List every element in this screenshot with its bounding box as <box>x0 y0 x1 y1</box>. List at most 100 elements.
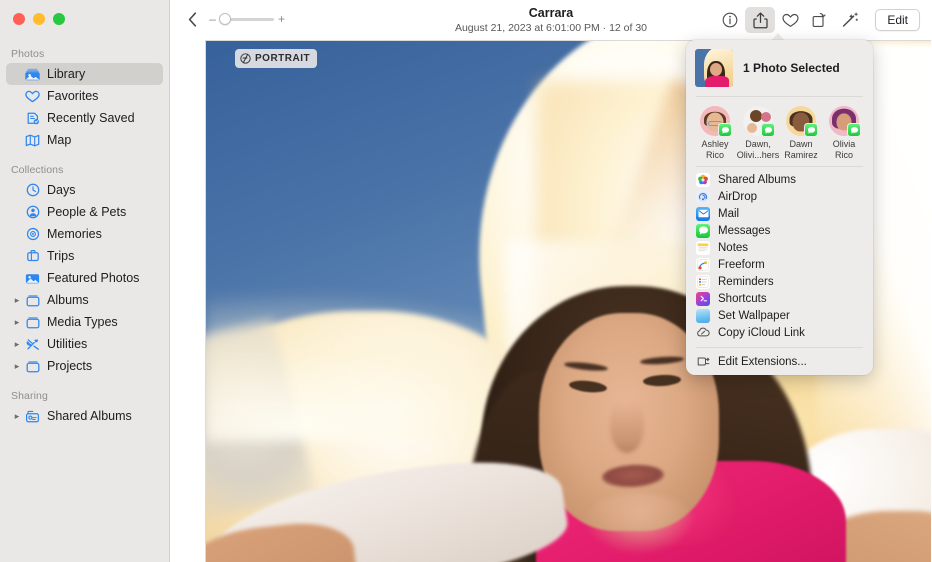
menu-item-label: Edit Extensions... <box>718 356 807 368</box>
info-circle-icon <box>722 12 738 28</box>
sidebar-section-sharing: Sharing ▸ Shared Albums <box>0 390 169 427</box>
sidebar-item-map[interactable]: Map <box>6 129 163 151</box>
menu-item-shared-albums[interactable]: Shared Albums <box>686 171 873 188</box>
chevron-right-icon[interactable]: ▸ <box>11 296 23 305</box>
edit-button[interactable]: Edit <box>875 9 920 31</box>
enhance-button[interactable] <box>835 7 865 33</box>
shared-album-icon <box>23 410 42 423</box>
menu-item-reminders[interactable]: Reminders <box>686 273 873 290</box>
messages-badge <box>847 123 861 137</box>
maximize-window-button[interactable] <box>53 13 65 25</box>
airdrop-icon <box>696 190 710 204</box>
sidebar-item-label: Memories <box>47 227 102 241</box>
sidebar-item-label: Projects <box>47 359 92 373</box>
heart-icon <box>782 13 799 28</box>
menu-item-set-wallpaper[interactable]: Set Wallpaper <box>686 307 873 324</box>
sidebar-item-label: Favorites <box>47 89 98 103</box>
menu-item-mail[interactable]: Mail <box>686 205 873 222</box>
menu-item-messages[interactable]: Messages <box>686 222 873 239</box>
zoom-slider-thumb[interactable] <box>219 13 231 25</box>
share-button[interactable] <box>745 7 775 33</box>
back-button[interactable] <box>183 10 201 28</box>
selected-photo-thumbnail <box>695 49 733 87</box>
zoom-in-label[interactable]: + <box>277 13 286 25</box>
menu-item-label: Reminders <box>718 276 774 288</box>
rotate-button[interactable] <box>805 7 835 33</box>
sidebar-item-favorites[interactable]: Favorites <box>6 85 163 107</box>
sidebar-item-featured-photos[interactable]: Featured Photos <box>6 267 163 289</box>
menu-item-notes[interactable]: Notes <box>686 239 873 256</box>
chevron-right-icon[interactable]: ▸ <box>11 412 23 421</box>
menu-item-label: Messages <box>718 225 770 237</box>
portrait-badge[interactable]: PORTRAIT <box>235 49 317 68</box>
sidebar-item-library[interactable]: Library <box>6 63 163 85</box>
sidebar-item-label: Library <box>47 67 85 81</box>
contact-suggestion-ashley-rico[interactable]: Ashley Rico <box>694 106 736 160</box>
menu-item-shortcuts[interactable]: Shortcuts <box>686 290 873 307</box>
thumb-top <box>705 76 729 87</box>
contact-suggestion-olivia-rico[interactable]: Olivia Rico <box>823 106 865 160</box>
album-icon <box>23 294 42 307</box>
rotate-icon <box>812 12 829 28</box>
sidebar-item-label: People & Pets <box>47 205 126 219</box>
chevron-right-icon[interactable]: ▸ <box>11 362 23 371</box>
sidebar-item-recently-saved[interactable]: Recently Saved <box>6 107 163 129</box>
messages-badge <box>804 123 818 137</box>
sidebar-item-label: Trips <box>47 249 74 263</box>
minimize-window-button[interactable] <box>33 13 45 25</box>
close-window-button[interactable] <box>13 13 25 25</box>
share-selection-header: 1 Photo Selected <box>686 40 873 96</box>
memories-icon <box>23 227 42 241</box>
memoji-group-3 <box>747 123 757 133</box>
zoom-out-label[interactable]: – <box>208 13 217 25</box>
contact-name: Dawn, Olivi...hers <box>737 139 780 160</box>
memoji-group-2 <box>761 112 771 122</box>
clock-icon <box>23 183 42 197</box>
aperture-icon <box>240 53 251 64</box>
sidebar-section-collections: Collections Days People & Pets <box>0 164 169 377</box>
sidebar-item-media-types[interactable]: ▸ Media Types <box>6 311 163 333</box>
sidebar-item-label: Map <box>47 133 71 147</box>
contact-suggestion-dawn-olivia-others[interactable]: Dawn, Olivi...hers <box>737 106 779 160</box>
menu-item-label: AirDrop <box>718 191 757 203</box>
shared-albums-app-icon <box>696 173 710 187</box>
contact-name: Ashley Rico <box>701 139 728 160</box>
sidebar-item-memories[interactable]: Memories <box>6 223 163 245</box>
favorite-button[interactable] <box>775 7 805 33</box>
menu-item-label: Set Wallpaper <box>718 310 790 322</box>
chevron-right-icon[interactable]: ▸ <box>11 318 23 327</box>
menu-item-label: Freeform <box>718 259 765 271</box>
menu-item-label: Mail <box>718 208 739 220</box>
toolbar: – + Carrara August 21, 2023 at 6:01:00 P… <box>170 0 932 40</box>
sidebar-item-projects[interactable]: ▸ Projects <box>6 355 163 377</box>
menu-item-freeform[interactable]: Freeform <box>686 256 873 273</box>
sidebar-item-shared-albums[interactable]: ▸ Shared Albums <box>6 405 163 427</box>
menu-item-airdrop[interactable]: AirDrop <box>686 188 873 205</box>
avatar-group <box>743 106 773 136</box>
wallpaper-icon <box>696 309 710 323</box>
map-icon <box>23 134 42 147</box>
menu-item-label: Shared Albums <box>718 174 796 186</box>
menu-item-edit-extensions[interactable]: Edit Extensions... <box>686 353 873 370</box>
reminders-app-icon <box>696 275 710 289</box>
chevron-right-icon[interactable]: ▸ <box>11 340 23 349</box>
zoom-slider-track[interactable] <box>220 18 274 21</box>
sidebar-item-label: Media Types <box>47 315 118 329</box>
thumb-face <box>710 63 722 76</box>
avatar <box>786 106 816 136</box>
sidebar-item-label: Recently Saved <box>47 111 135 125</box>
zoom-slider[interactable]: – + <box>208 12 286 26</box>
sidebar-item-days[interactable]: Days <box>6 179 163 201</box>
info-button[interactable] <box>715 7 745 33</box>
contact-name: Dawn Ramirez <box>784 139 818 160</box>
magic-wand-icon <box>842 12 859 28</box>
sidebar-item-trips[interactable]: Trips <box>6 245 163 267</box>
divider <box>696 347 863 348</box>
menu-item-copy-icloud-link[interactable]: Copy iCloud Link <box>686 324 873 341</box>
sidebar-item-albums[interactable]: ▸ Albums <box>6 289 163 311</box>
menu-item-label: Notes <box>718 242 748 254</box>
featured-photos-icon <box>23 272 42 285</box>
contact-suggestion-dawn-ramirez[interactable]: Dawn Ramirez <box>780 106 822 160</box>
sidebar-item-people-and-pets[interactable]: People & Pets <box>6 201 163 223</box>
sidebar-item-utilities[interactable]: ▸ Utilities <box>6 333 163 355</box>
